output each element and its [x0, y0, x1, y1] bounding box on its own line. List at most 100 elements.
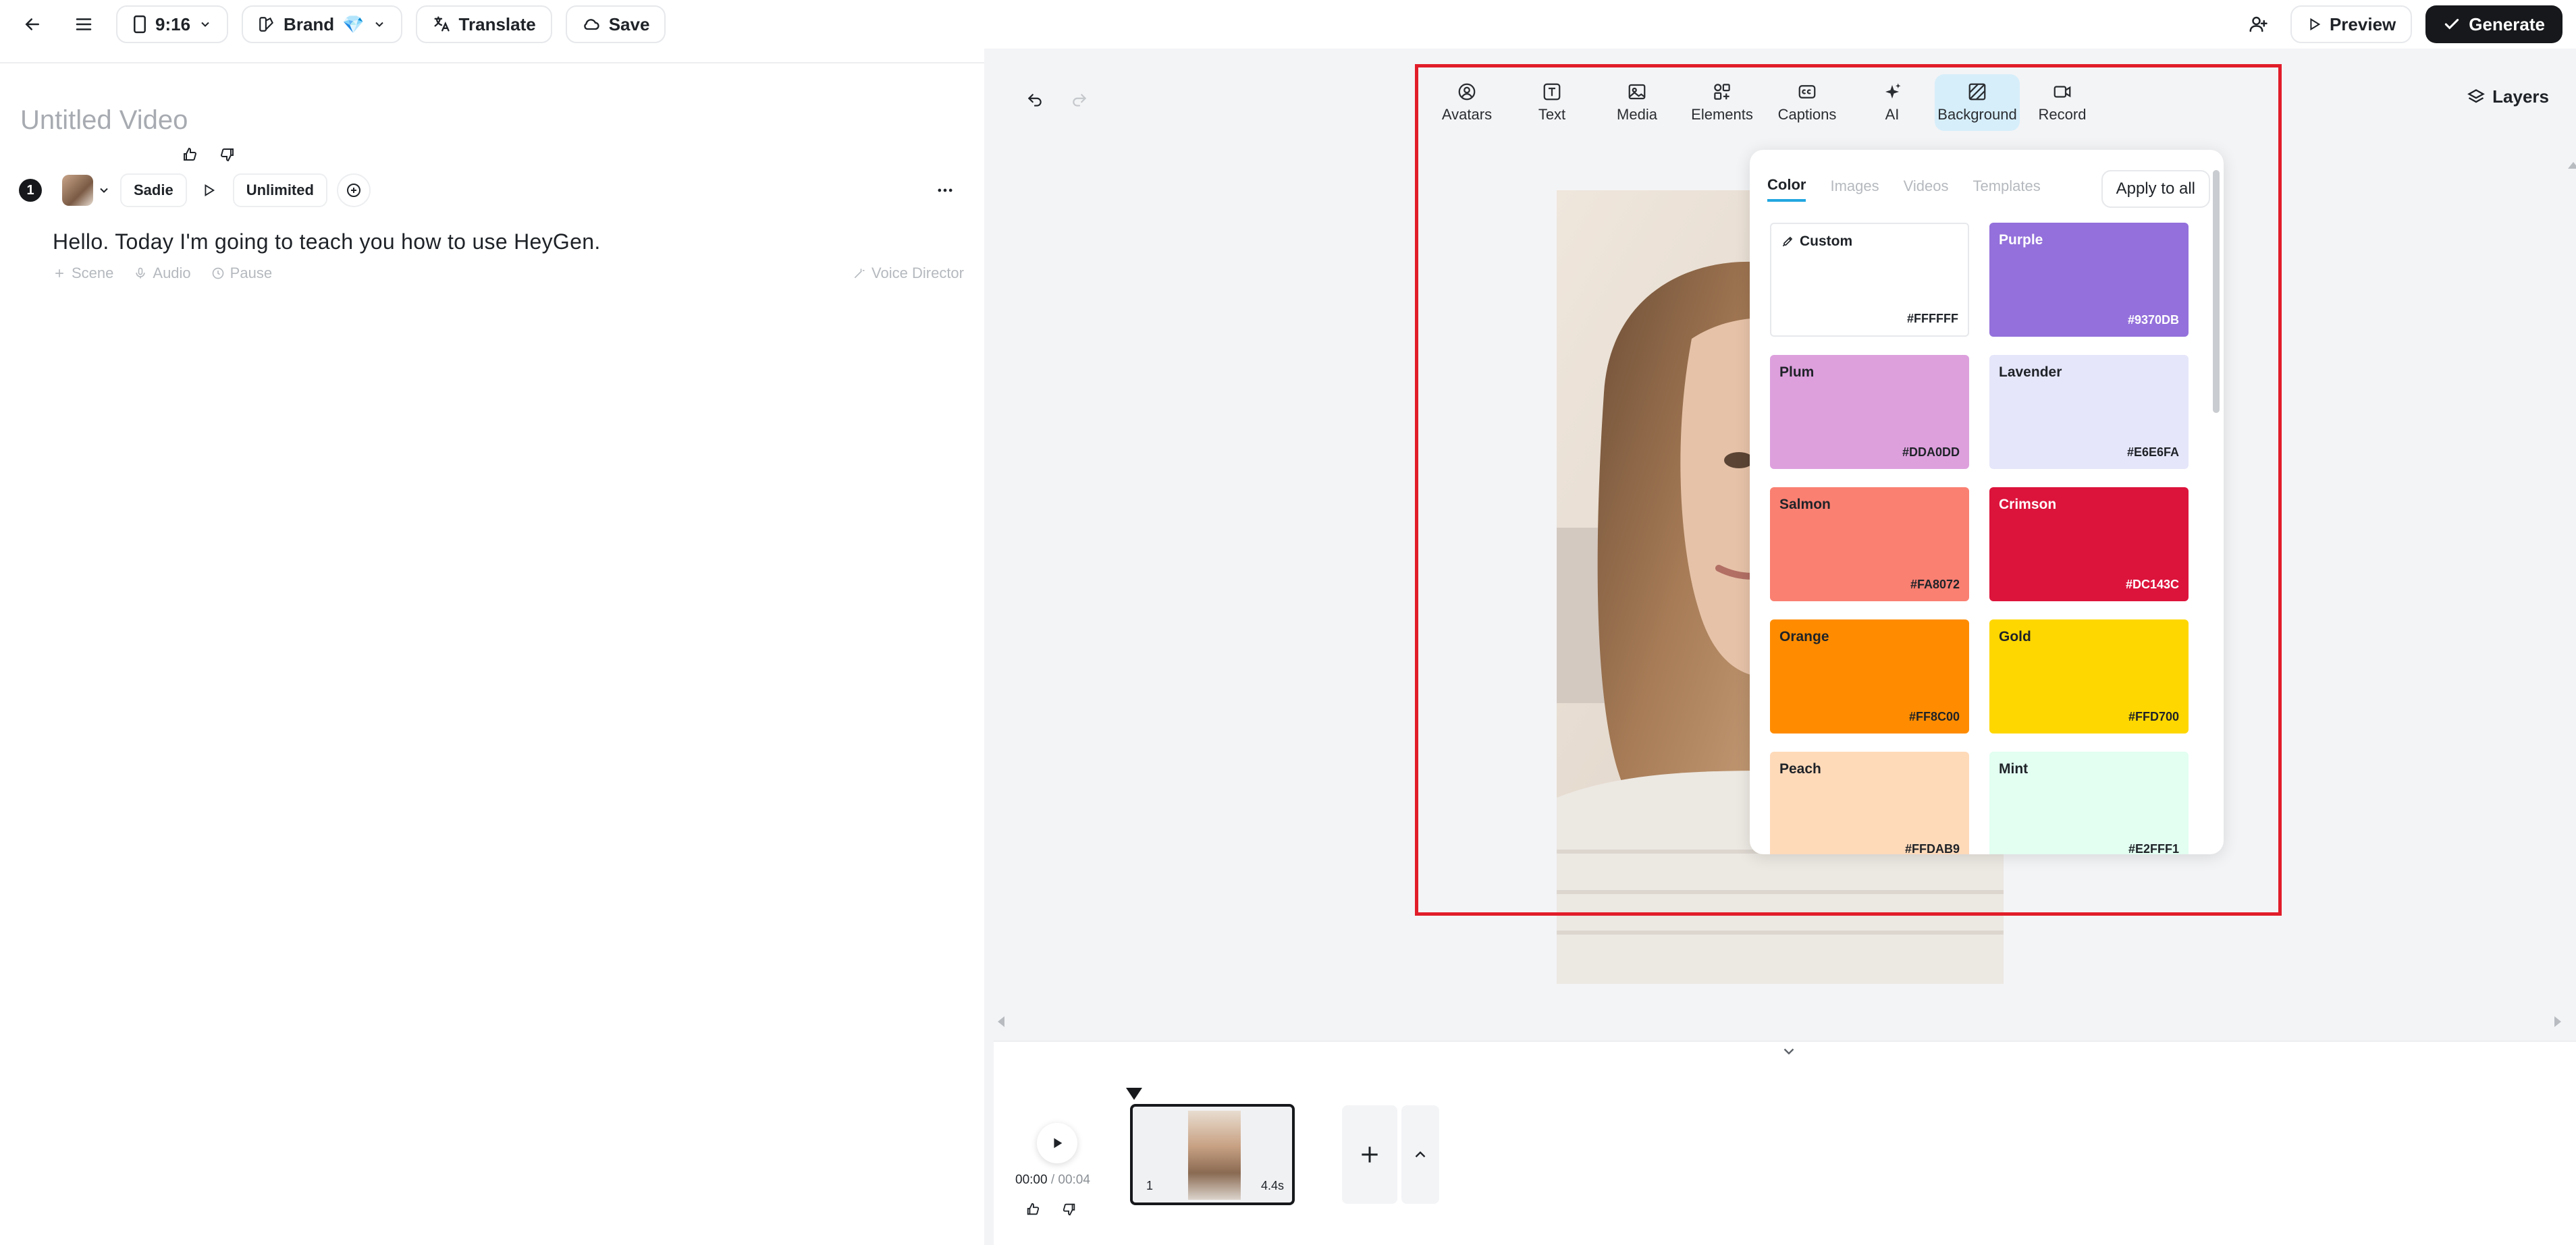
swatch-name: Plum: [1779, 364, 1815, 380]
panel-scrollbar[interactable]: [2213, 170, 2220, 845]
add-scene-options-button[interactable]: [1401, 1105, 1439, 1204]
scene-number-badge: 1: [19, 179, 42, 202]
toolbar-background[interactable]: Background: [1935, 74, 2020, 131]
swatch-purple[interactable]: Purple #9370DB: [1989, 223, 2189, 337]
aspect-ratio-dropdown[interactable]: 9:16: [116, 5, 229, 43]
chevron-down-icon: [100, 188, 108, 193]
toolbar-text[interactable]: Text: [1509, 74, 1594, 131]
swatch-hex: #DDA0DD: [1902, 445, 1960, 459]
swatch-name: Custom: [1800, 233, 1853, 249]
back-arrow-icon[interactable]: [14, 5, 51, 43]
background-tabs: Color Images Videos Templates Apply to a…: [1767, 170, 2210, 208]
scene-tool-label: Scene: [72, 265, 114, 281]
speed-button[interactable]: Unlimited: [232, 173, 327, 207]
swatch-hex: #FFD700: [2128, 710, 2179, 723]
swatch-hex: #DC143C: [2125, 578, 2179, 591]
swatch-name: Salmon: [1779, 497, 1831, 512]
thumbs-down-icon[interactable]: [1056, 1196, 1083, 1223]
swatch-name: Lavender: [1999, 364, 2062, 380]
canvas-scroll-right[interactable]: [2554, 1016, 2561, 1027]
toolbar-captions[interactable]: Captions: [1765, 74, 1850, 131]
script-text[interactable]: Hello. Today I'm going to teach you how …: [53, 229, 601, 254]
scene-thumbnail[interactable]: 1 4.4s: [1130, 1104, 1295, 1205]
tab-videos[interactable]: Videos: [1904, 177, 1949, 200]
brand-dropdown[interactable]: Brand 💎: [242, 5, 402, 43]
thumbs-down-icon[interactable]: [212, 139, 243, 170]
panel-scroll-thumb[interactable]: [2213, 170, 2220, 413]
swatch-hex: #FFDAB9: [1904, 842, 1960, 854]
swatch-mint[interactable]: Mint #E2FFF1: [1989, 752, 2189, 854]
video-title[interactable]: Untitled Video: [20, 105, 188, 136]
swatch-gold[interactable]: Gold #FFD700: [1989, 619, 2189, 734]
voice-director-tool[interactable]: Voice Director: [853, 265, 964, 282]
swatch-orange[interactable]: Orange #FF8C00: [1770, 619, 1969, 734]
layers-button[interactable]: Layers: [2467, 86, 2549, 107]
microphone-icon: [136, 267, 146, 279]
menu-icon[interactable]: [65, 5, 103, 43]
timecode: 00:00 / 00:04: [1015, 1173, 1090, 1188]
toolbar-elements[interactable]: Elements: [1680, 74, 1765, 131]
swatch-hex: #FFFFFF: [1907, 312, 1958, 325]
translate-button[interactable]: Translate: [415, 5, 552, 43]
generate-button[interactable]: Generate: [2425, 5, 2562, 43]
swatch-name: Purple: [1999, 232, 2043, 248]
check-icon: [2445, 18, 2459, 30]
swatch-hex: #E6E6FA: [2126, 445, 2179, 459]
redo-icon[interactable]: [1064, 85, 1095, 116]
playhead-marker[interactable]: [1126, 1088, 1142, 1100]
swatch-salmon[interactable]: Salmon #FA8072: [1770, 487, 1969, 601]
timeline-collapse-icon[interactable]: [1769, 1036, 1809, 1066]
undo-icon[interactable]: [1019, 85, 1050, 116]
preview-label: Preview: [2329, 13, 2396, 34]
pause-tool[interactable]: Pause: [211, 265, 272, 282]
swatch-custom-name-row: Custom: [1781, 233, 1852, 250]
toolbar-elements-label: Elements: [1691, 106, 1753, 123]
audio-tool[interactable]: Audio: [134, 265, 191, 282]
tab-color[interactable]: Color: [1767, 176, 1806, 202]
avatar-selector[interactable]: [62, 175, 111, 206]
preview-button[interactable]: Preview: [2290, 5, 2413, 43]
swatch-peach[interactable]: Peach #FFDAB9: [1770, 752, 1969, 854]
background-panel: Color Images Videos Templates Apply to a…: [1750, 150, 2224, 854]
add-scene-tool[interactable]: Scene: [53, 265, 113, 282]
apply-to-all-button[interactable]: Apply to all: [2101, 170, 2210, 208]
toolbar-record[interactable]: Record: [2020, 74, 2105, 131]
tab-templates[interactable]: Templates: [1973, 177, 2040, 200]
timeline-play-button[interactable]: [1037, 1123, 1077, 1163]
swatch-hex: #FA8072: [1910, 578, 1960, 591]
translate-label: Translate: [458, 13, 536, 34]
brand-kit-icon: [259, 17, 274, 32]
add-collaborator-icon[interactable]: [2239, 5, 2277, 43]
more-options-icon[interactable]: [926, 171, 964, 209]
top-bar: 9:16 Brand 💎 Translate Save Preview Gene…: [0, 0, 2576, 49]
scene-thumbnail-image: [1188, 1111, 1241, 1200]
thumbs-up-icon[interactable]: [1019, 1196, 1046, 1223]
chevron-down-icon: [375, 22, 383, 27]
play-icon: [1054, 1138, 1063, 1149]
toolbar-avatars[interactable]: Avatars: [1424, 74, 1509, 131]
add-voice-icon[interactable]: [336, 173, 371, 207]
play-voice-icon[interactable]: [194, 175, 223, 205]
thumbs-up-icon[interactable]: [174, 139, 205, 170]
canvas-scroll-up[interactable]: [2568, 162, 2576, 169]
swatch-plum[interactable]: Plum #DDA0DD: [1770, 355, 1969, 469]
swatch-lavender[interactable]: Lavender #E6E6FA: [1989, 355, 2189, 469]
magic-wand-icon: [854, 269, 865, 279]
generate-label: Generate: [2469, 13, 2545, 34]
scene-row: 1 Sadie Unlimited: [19, 171, 964, 209]
voice-button[interactable]: Sadie: [120, 173, 187, 207]
eyedropper-icon: [1782, 236, 1793, 247]
toolbar-avatars-label: Avatars: [1441, 106, 1493, 123]
add-scene-button[interactable]: [1342, 1105, 1397, 1204]
toolbar-ai[interactable]: AI: [1850, 74, 1935, 131]
time-separator: /: [1050, 1173, 1055, 1187]
toolbar-media[interactable]: Media: [1594, 74, 1680, 131]
swatch-custom[interactable]: Custom #FFFFFF: [1770, 223, 1969, 337]
tab-images[interactable]: Images: [1830, 177, 1879, 200]
canvas-scroll-left[interactable]: [998, 1016, 1004, 1027]
ai-sparkle-icon: [1885, 83, 1901, 99]
swatch-name: Gold: [1999, 629, 2031, 644]
elements-icon: [1714, 84, 1730, 100]
swatch-crimson[interactable]: Crimson #DC143C: [1989, 487, 2189, 601]
save-button[interactable]: Save: [565, 5, 666, 43]
